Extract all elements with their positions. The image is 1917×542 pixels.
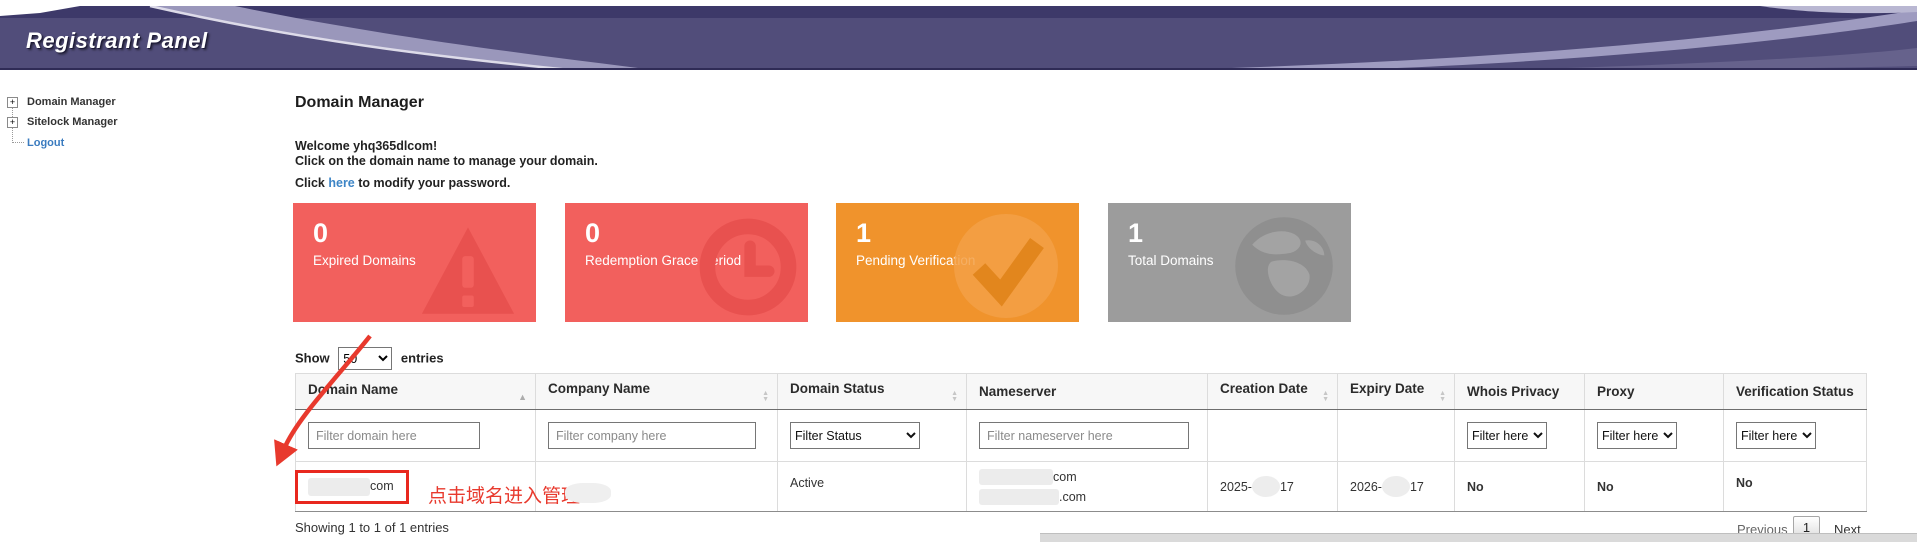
column-header-creation-date[interactable]: Creation Date ▲▼ xyxy=(1208,374,1338,410)
header-banner: Registrant Panel xyxy=(0,6,1917,70)
entries-label: entries xyxy=(401,351,444,366)
bottom-window-edge xyxy=(1040,533,1917,542)
password-line-post: to modify your password. xyxy=(355,176,511,190)
column-header-whois-privacy[interactable]: Whois Privacy xyxy=(1455,374,1585,410)
redacted-nameserver-blur xyxy=(979,489,1059,505)
filter-verification-select[interactable]: Filter here xyxy=(1736,422,1816,449)
app-title: Registrant Panel xyxy=(26,28,208,54)
stat-card-redemption-grace: 0 Redemption Grace Period xyxy=(565,203,808,322)
cell-nameserver: com .com xyxy=(967,462,1208,512)
sidebar-item-sitelock-manager[interactable]: Sitelock Manager xyxy=(27,116,117,128)
registrant-panel-screen: Registrant Panel + Domain Manager + Site… xyxy=(0,0,1917,542)
sort-asc-icon: ▲ xyxy=(518,392,527,402)
expiry-date-prefix: 2026- xyxy=(1350,480,1382,494)
redacted-date-blur xyxy=(1252,476,1280,497)
column-label: Verification Status xyxy=(1736,384,1854,399)
column-label: Company Name xyxy=(548,381,650,396)
page-title: Domain Manager xyxy=(295,94,424,112)
creation-date-prefix: 2025- xyxy=(1220,480,1252,494)
column-header-nameserver[interactable]: Nameserver xyxy=(967,374,1208,410)
password-line-pre: Click xyxy=(295,176,328,190)
globe-icon xyxy=(1231,213,1337,319)
expand-sitelock-manager-icon[interactable]: + xyxy=(7,117,18,128)
column-label: Expiry Date xyxy=(1350,381,1424,396)
nameserver-line2: .com xyxy=(979,487,1207,507)
sort-both-icon: ▲▼ xyxy=(951,391,958,403)
filter-proxy-select[interactable]: Filter here xyxy=(1597,422,1677,449)
tree-connector-stub xyxy=(13,142,24,143)
cell-creation-date: 2025- 17 xyxy=(1208,462,1338,512)
expiry-date-suffix: 17 xyxy=(1410,480,1424,494)
table-filter-row: Filter Status Filter here Filter here Fi… xyxy=(296,410,1867,462)
cell-verification-status: No xyxy=(1724,462,1867,512)
sort-both-icon: ▲▼ xyxy=(762,391,769,403)
redacted-date-blur xyxy=(1382,476,1410,497)
cell-proxy: No xyxy=(1585,462,1724,512)
welcome-text: Welcome yhq365dlcom! Click on the domain… xyxy=(295,139,598,169)
domain-status-text: Active xyxy=(790,476,824,490)
annotation-highlight-box xyxy=(295,470,409,504)
table-header-row: Domain Name▲ Company Name▲▼ Domain Statu… xyxy=(296,374,1867,410)
filter-nameserver-input[interactable] xyxy=(979,422,1189,449)
column-header-expiry-date[interactable]: Expiry Date ▲▼ xyxy=(1338,374,1455,410)
welcome-line1: Welcome yhq365dlcom! xyxy=(295,139,598,154)
filter-whois-select[interactable]: Filter here xyxy=(1467,422,1547,449)
stat-card-expired-domains: 0 Expired Domains xyxy=(293,203,536,322)
column-label: Whois Privacy xyxy=(1467,384,1559,399)
sort-both-icon: ▲▼ xyxy=(1439,391,1446,403)
column-header-verification-status[interactable]: Verification Status xyxy=(1724,374,1867,410)
cell-expiry-date: 2026- 17 xyxy=(1338,462,1455,512)
sidebar-item-domain-manager[interactable]: Domain Manager xyxy=(27,96,116,108)
clock-icon xyxy=(696,215,800,319)
banner-swoosh-graphic xyxy=(0,6,1917,70)
nameserver-suffix: com xyxy=(1053,470,1077,484)
stat-card-total-domains: 1 Total Domains xyxy=(1108,203,1351,322)
cell-whois-privacy: No xyxy=(1455,462,1585,512)
warning-icon xyxy=(420,225,516,317)
modify-password-link[interactable]: here xyxy=(328,176,354,190)
column-label: Nameserver xyxy=(979,384,1056,399)
password-line: Click here to modify your password. xyxy=(295,176,510,190)
creation-date-suffix: 17 xyxy=(1280,480,1294,494)
cell-domain-status: Active xyxy=(778,462,967,512)
column-header-domain-status[interactable]: Domain Status ▲▼ xyxy=(778,374,967,410)
check-icon xyxy=(951,211,1061,321)
annotation-arrow-icon xyxy=(240,325,400,475)
annotation-blur-patch xyxy=(565,483,611,503)
stat-card-pending-verification: 1 Pending Verification xyxy=(836,203,1079,322)
column-header-company-name[interactable]: Company Name ▲▼ xyxy=(536,374,778,410)
filter-company-input[interactable] xyxy=(548,422,756,449)
filter-status-select[interactable]: Filter Status xyxy=(790,422,920,449)
table-info-text: Showing 1 to 1 of 1 entries xyxy=(295,520,449,535)
sidebar-item-logout[interactable]: Logout xyxy=(27,137,64,149)
column-header-proxy[interactable]: Proxy xyxy=(1585,374,1724,410)
nameserver-suffix: .com xyxy=(1059,490,1086,504)
column-label: Domain Status xyxy=(790,381,885,396)
nameserver-line1: com xyxy=(979,467,1207,487)
welcome-line2: Click on the domain name to manage your … xyxy=(295,154,598,169)
column-label: Proxy xyxy=(1597,384,1635,399)
expand-domain-manager-icon[interactable]: + xyxy=(7,97,18,108)
column-label: Creation Date xyxy=(1220,381,1308,396)
sort-both-icon: ▲▼ xyxy=(1322,391,1329,403)
redacted-nameserver-blur xyxy=(979,469,1053,485)
annotation-text: 点击域名进入管理 xyxy=(428,481,580,508)
